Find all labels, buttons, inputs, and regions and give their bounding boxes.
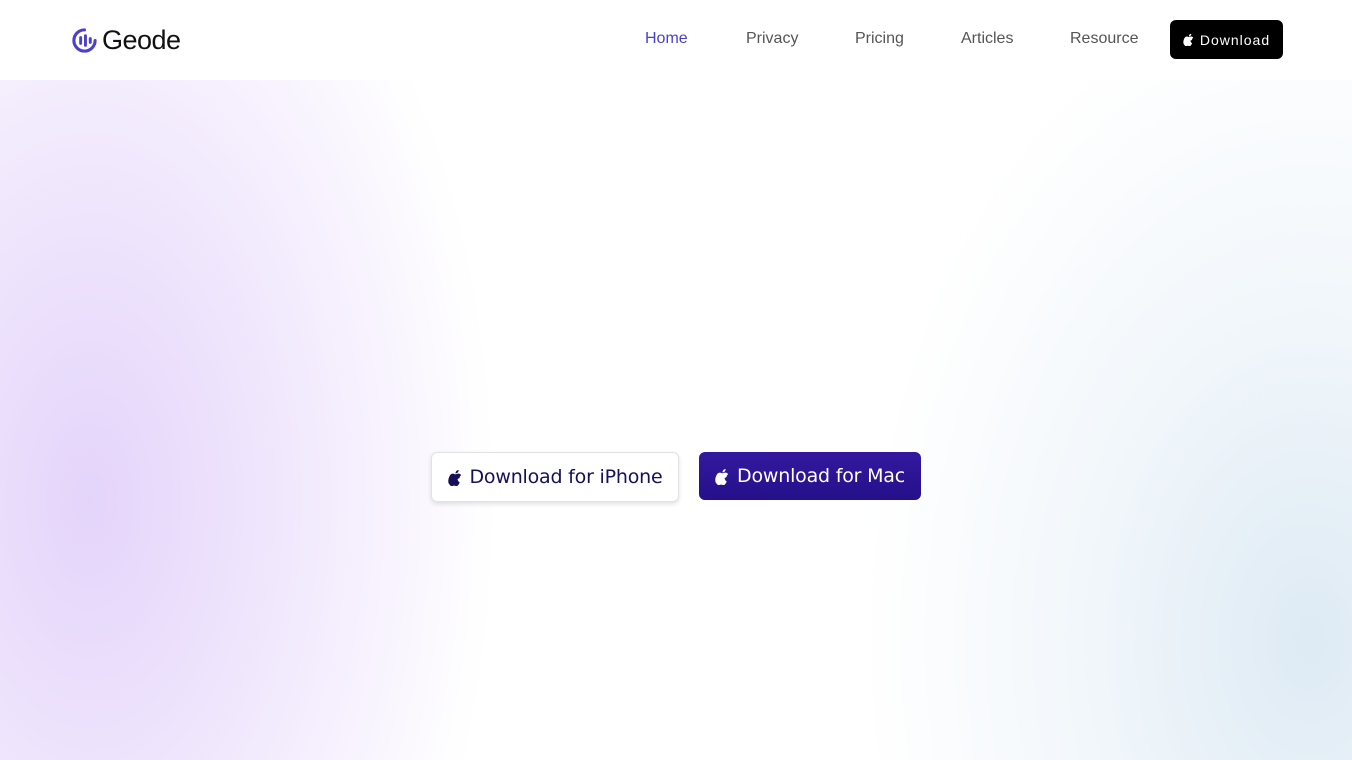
download-mac-label: Download for Mac [737, 465, 905, 487]
download-iphone-label: Download for iPhone [469, 466, 663, 488]
nav-resource[interactable]: Resource [1070, 29, 1138, 49]
apple-icon [447, 469, 461, 486]
apple-icon [715, 468, 729, 485]
nav-pricing[interactable]: Pricing [855, 29, 904, 49]
header-download-label: Download [1199, 31, 1271, 48]
download-iphone-button[interactable]: Download for iPhone [431, 452, 679, 502]
header-download-button[interactable]: Download [1170, 20, 1283, 59]
download-mac-button[interactable]: Download for Mac [699, 452, 921, 500]
main-nav: Home Privacy Pricing Articles Resource [0, 0, 1352, 80]
nav-articles[interactable]: Articles [961, 29, 1013, 49]
apple-icon [1183, 33, 1194, 46]
nav-privacy[interactable]: Privacy [746, 29, 798, 49]
site-header: Geode Home Privacy Pricing Articles Reso… [0, 0, 1352, 80]
nav-home[interactable]: Home [645, 29, 688, 49]
hero-section [0, 80, 1352, 760]
